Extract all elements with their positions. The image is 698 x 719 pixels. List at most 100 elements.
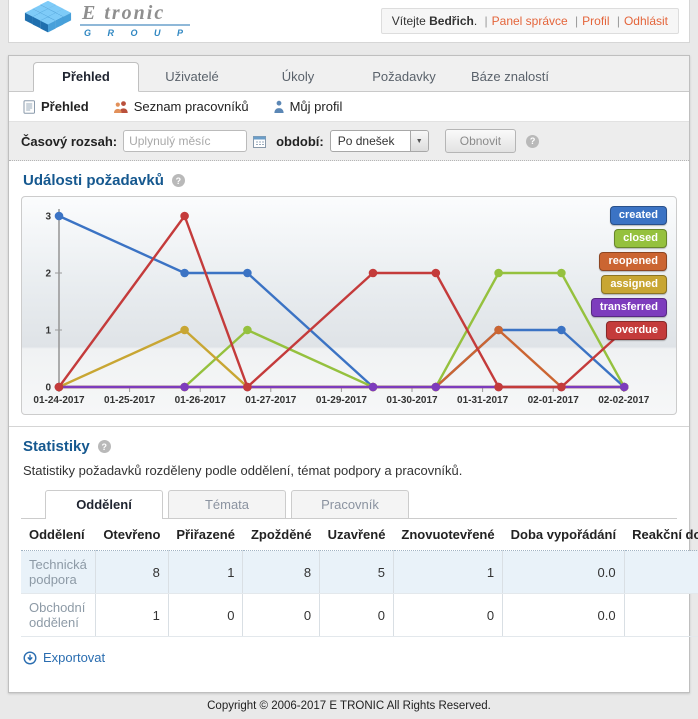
events-help-icon[interactable]: ? [172,174,185,187]
stats-tabstrip: OdděleníTémataPracovník [21,490,677,519]
subnav-item-2[interactable]: Seznam pracovníků [113,99,249,114]
logo: E tronic G R O U P [23,1,190,41]
svg-text:01-26-2017: 01-26-2017 [175,395,227,406]
row-value: 0 [393,594,502,637]
legend-closed: closed [614,229,667,248]
range-label: Časový rozsah: [21,134,117,149]
svg-text:3: 3 [45,212,51,223]
export-label: Exportovat [43,650,105,665]
calendar-icon[interactable] [253,135,266,148]
period-select-value: Po dnešek [331,131,410,151]
subnav: Přehled Seznam pracovníků Můj profil [9,92,689,122]
username: Bedřich [429,14,474,28]
period-label: období: [276,134,324,149]
column-header: Reakční doba [624,519,698,551]
subnav-item-label: Seznam pracovníků [134,99,249,114]
people-icon [113,100,129,113]
row-name: Obchodní oddělení [21,594,95,637]
footer: Copyright © 2006-2017 E TRONIC All Right… [0,693,698,719]
row-name: Technická podpora [21,551,95,594]
admin-panel-link[interactable]: Panel správce [492,14,568,28]
subnav-item-1[interactable]: Přehled [23,99,89,114]
events-chart-box: 012301-24-201701-25-201701-26-201701-27-… [21,196,677,415]
row-value: 0.0 [624,594,698,637]
series-overdue [55,212,629,392]
row-value: 0 [320,594,394,637]
main-tab-5[interactable]: Báze znalostí [457,63,563,91]
table-row[interactable]: Obchodní oddělení100000.00.0 [21,594,698,637]
main-tab-2[interactable]: Uživatelé [139,63,245,91]
stats-description: Statistiky požadavků rozděleny podle odd… [9,462,689,488]
svg-text:01-29-2017: 01-29-2017 [316,395,368,406]
svg-text:01-27-2017: 01-27-2017 [245,395,297,406]
legend-assigned: assigned [601,275,667,294]
profile-link[interactable]: Profil [582,14,609,28]
column-header: Zpožděné [243,519,320,551]
column-header: Znovuotevřené [393,519,502,551]
logo-title: E tronic [80,3,190,26]
row-value: 1 [168,551,243,594]
document-icon [23,100,36,114]
logout-link[interactable]: Odhlásit [624,14,668,28]
filter-help-icon[interactable]: ? [526,135,539,148]
chevron-down-icon: ▼ [410,131,428,151]
column-header: Přiřazené [168,519,243,551]
row-value: 0.0 [503,551,624,594]
subnav-item-label: Přehled [41,99,89,114]
column-header: Uzavřené [320,519,394,551]
export-link[interactable]: Exportovat [23,650,105,665]
column-header: Oddělení [21,519,95,551]
row-value: 0.0 [503,594,624,637]
stats-tab-1[interactable]: Oddělení [45,490,163,519]
subnav-item-3[interactable]: Můj profil [273,99,343,114]
welcome-box: Vítejte Bedřich. |Panel správce |Profil … [381,8,679,34]
row-value: 0.0 [624,551,698,594]
legend-created: created [610,206,667,225]
events-title-text: Události požadavků [23,172,164,189]
chart-legend: createdclosedreopenedassignedtransferred… [591,206,667,340]
main-tab-1[interactable]: Přehled [33,62,139,92]
stats-help-icon[interactable]: ? [98,440,111,453]
logo-cubes-icon [23,1,73,41]
export-row: Exportovat [9,637,689,670]
svg-text:01-31-2017: 01-31-2017 [457,395,509,406]
stats-title-text: Statistiky [23,438,90,455]
refresh-button[interactable]: Obnovit [445,129,516,153]
svg-text:02-02-2017: 02-02-2017 [598,395,650,406]
events-section-title: Události požadavků ? [9,161,689,196]
page-gap [0,43,698,55]
main-tab-4[interactable]: Požadavky [351,63,457,91]
stats-section-title: Statistiky ? [9,427,689,462]
svg-text:01-25-2017: 01-25-2017 [104,395,156,406]
row-value: 1 [393,551,502,594]
main-tabstrip: PřehledUživateléÚkolyPožadavkyBáze znalo… [9,56,689,92]
row-value: 0 [168,594,243,637]
stats-table: OdděleníOtevřenoPřiřazenéZpožděnéUzavřen… [21,519,698,637]
legend-overdue: overdue [606,321,667,340]
filter-bar: Časový rozsah: období: Po dnešek ▼ Obnov… [9,122,689,161]
export-icon [23,651,37,665]
stats-tab-2[interactable]: Témata [168,490,286,518]
range-input[interactable] [123,130,247,152]
welcome-text: Vítejte [392,14,426,28]
top-header: E tronic G R O U P Vítejte Bedřich. |Pan… [8,0,690,43]
svg-text:0: 0 [45,383,51,394]
events-chart: 012301-24-201701-25-201701-26-201701-27-… [22,197,674,413]
table-row[interactable]: Technická podpora818510.00.0 [21,551,698,594]
row-value: 8 [95,551,168,594]
legend-transferred: transferred [591,298,667,317]
period-select[interactable]: Po dnešek ▼ [330,130,429,152]
row-value: 0 [243,594,320,637]
svg-text:02-01-2017: 02-01-2017 [528,395,580,406]
person-icon [273,100,285,113]
main-panel: PřehledUživateléÚkolyPožadavkyBáze znalo… [8,55,690,693]
row-value: 5 [320,551,394,594]
svg-text:2: 2 [45,269,51,280]
main-tab-3[interactable]: Úkoly [245,63,351,91]
row-value: 1 [95,594,168,637]
copyright-text: Copyright © 2006-2017 E TRONIC All Right… [207,700,491,712]
stats-tab-3[interactable]: Pracovník [291,490,409,518]
stats-table-header: OdděleníOtevřenoPřiřazenéZpožděnéUzavřen… [21,519,698,551]
column-header: Otevřeno [95,519,168,551]
subnav-item-label: Můj profil [290,99,343,114]
